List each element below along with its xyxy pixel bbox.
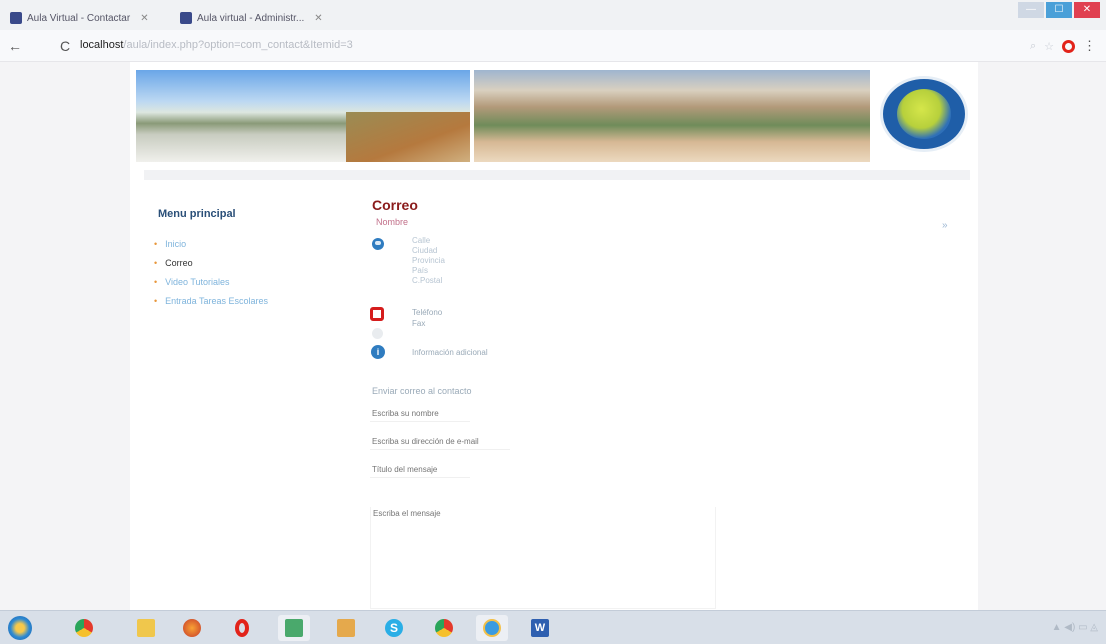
taskbar-skype-button[interactable]: S bbox=[378, 615, 410, 641]
fax-label: Fax bbox=[412, 319, 426, 328]
taskbar-recycle-button[interactable] bbox=[278, 615, 310, 641]
header-banner bbox=[136, 70, 974, 162]
taskbar-chrome-button[interactable] bbox=[68, 615, 100, 641]
school-seal bbox=[872, 70, 974, 162]
minimize-button[interactable]: — bbox=[1018, 2, 1044, 18]
postal-code-label: C.Postal bbox=[412, 276, 443, 285]
taskbar-explorer-button[interactable] bbox=[130, 615, 162, 641]
opera-icon bbox=[235, 619, 249, 637]
contact-name-label: Nombre bbox=[376, 217, 409, 227]
skype-icon: S bbox=[385, 619, 403, 637]
taskbar-firefox-button[interactable] bbox=[176, 615, 208, 641]
address-icon bbox=[372, 238, 384, 250]
opera-icon[interactable] bbox=[1062, 39, 1075, 53]
bookmark-star-icon[interactable]: ☆ bbox=[1044, 40, 1054, 53]
bullet-icon: • bbox=[154, 238, 158, 249]
windows-taskbar: S W ▲ ◀) ▭ ◬ bbox=[0, 610, 1106, 644]
window-controls: — ☐ ✕ bbox=[1018, 2, 1100, 18]
firefox-icon bbox=[183, 619, 201, 637]
address-bar: ← C localhost/aula/index.php?option=com_… bbox=[0, 30, 1106, 62]
close-tab-icon[interactable]: ✕ bbox=[140, 13, 148, 24]
taskbar-opera-button[interactable] bbox=[226, 615, 258, 641]
phone-icon bbox=[370, 307, 384, 321]
back-arrow-icon[interactable]: ← bbox=[8, 38, 22, 54]
page-title: Correo bbox=[372, 197, 418, 213]
taskbar-ie-button[interactable] bbox=[476, 615, 508, 641]
bullet-icon: • bbox=[154, 276, 158, 287]
page-content: Menu principal • Inicio • Correo • Video… bbox=[130, 62, 978, 610]
send-email-heading: Enviar correo al contacto bbox=[372, 386, 472, 396]
chrome-icon bbox=[435, 619, 453, 637]
info-icon: i bbox=[371, 345, 385, 359]
folder-icon bbox=[137, 619, 155, 637]
url-host: localhost bbox=[80, 39, 124, 51]
url-field[interactable]: localhost/aula/index.php?option=com_cont… bbox=[80, 39, 353, 51]
campus-photo-right bbox=[474, 70, 870, 162]
header-divider bbox=[144, 170, 970, 180]
email-field[interactable] bbox=[370, 434, 510, 450]
taskbar-word-button[interactable]: W bbox=[524, 615, 556, 641]
address-fields: Calle Ciudad Provincia País C.Postal bbox=[412, 236, 445, 286]
taskbar-chrome-button-2[interactable] bbox=[428, 615, 460, 641]
tab-aula-virtual-admin[interactable]: Aula virtual - Administr... ✕ bbox=[180, 7, 330, 29]
maximize-button[interactable]: ☐ bbox=[1046, 2, 1072, 18]
aula-favicon-icon bbox=[180, 12, 192, 24]
internet-explorer-icon bbox=[483, 619, 501, 637]
address-bar-actions: ⌕ ☆ ⋮ bbox=[1030, 38, 1096, 54]
campus-photo-left bbox=[136, 70, 470, 162]
aula-favicon-icon bbox=[10, 12, 22, 24]
tab-label: Aula Virtual - Contactar bbox=[27, 12, 131, 24]
message-textarea[interactable] bbox=[370, 507, 716, 609]
sidebar-menu: • Inicio • Correo • Video Tutoriales • E… bbox=[154, 234, 268, 310]
city-label: Ciudad bbox=[412, 246, 438, 255]
reload-icon[interactable]: C bbox=[60, 38, 70, 54]
system-tray-icons[interactable]: ▲ ◀) ▭ ◬ bbox=[1052, 622, 1098, 633]
sidebar-item-label[interactable]: Correo bbox=[165, 258, 193, 268]
phone-label: Teléfono bbox=[412, 308, 443, 317]
name-field[interactable] bbox=[370, 406, 470, 422]
province-label: Provincia bbox=[412, 256, 445, 265]
menu-dots-icon[interactable]: ⋮ bbox=[1083, 38, 1096, 54]
sidebar-item-video-tutoriales[interactable]: • Video Tutoriales bbox=[154, 272, 268, 291]
word-icon: W bbox=[531, 619, 549, 637]
url-path: /aula/index.php?option=com_contact&Itemi… bbox=[123, 39, 353, 51]
sidebar-item-label[interactable]: Inicio bbox=[165, 239, 186, 249]
chrome-icon bbox=[75, 619, 93, 637]
bullet-icon: • bbox=[154, 257, 158, 268]
sidebar-item-label[interactable]: Video Tutoriales bbox=[165, 277, 229, 287]
collapse-control[interactable]: » bbox=[942, 220, 948, 231]
recycle-icon bbox=[285, 619, 303, 637]
phone-fax-labels: Teléfono Fax bbox=[412, 307, 442, 329]
tab-label: Aula virtual - Administr... bbox=[197, 12, 305, 24]
additional-info-label: Información adicional bbox=[412, 348, 488, 357]
browser-tab-bar: Aula Virtual - Contactar ✕ Aula virtual … bbox=[0, 0, 1106, 30]
close-window-button[interactable]: ✕ bbox=[1074, 2, 1100, 18]
sidebar-item-correo[interactable]: • Correo bbox=[154, 253, 268, 272]
street-label: Calle bbox=[412, 236, 431, 245]
sidebar-title: Menu principal bbox=[158, 208, 236, 220]
country-label: País bbox=[412, 266, 429, 275]
subject-field[interactable] bbox=[370, 462, 470, 478]
zoom-icon[interactable]: ⌕ bbox=[1030, 40, 1036, 53]
taskbar-paint-button[interactable] bbox=[330, 615, 362, 641]
start-button-icon[interactable] bbox=[8, 616, 32, 640]
sidebar-item-label[interactable]: Entrada Tareas Escolares bbox=[165, 296, 268, 306]
sidebar-item-inicio[interactable]: • Inicio bbox=[154, 234, 268, 253]
sidebar-item-entrada-tareas[interactable]: • Entrada Tareas Escolares bbox=[154, 291, 268, 310]
bullet-icon: • bbox=[154, 295, 158, 306]
fax-icon bbox=[372, 328, 383, 339]
paint-icon bbox=[337, 619, 355, 637]
close-tab-icon[interactable]: ✕ bbox=[314, 13, 322, 24]
school-seal-logo bbox=[880, 76, 968, 152]
tab-aula-virtual-contactar[interactable]: Aula Virtual - Contactar ✕ bbox=[10, 7, 178, 29]
